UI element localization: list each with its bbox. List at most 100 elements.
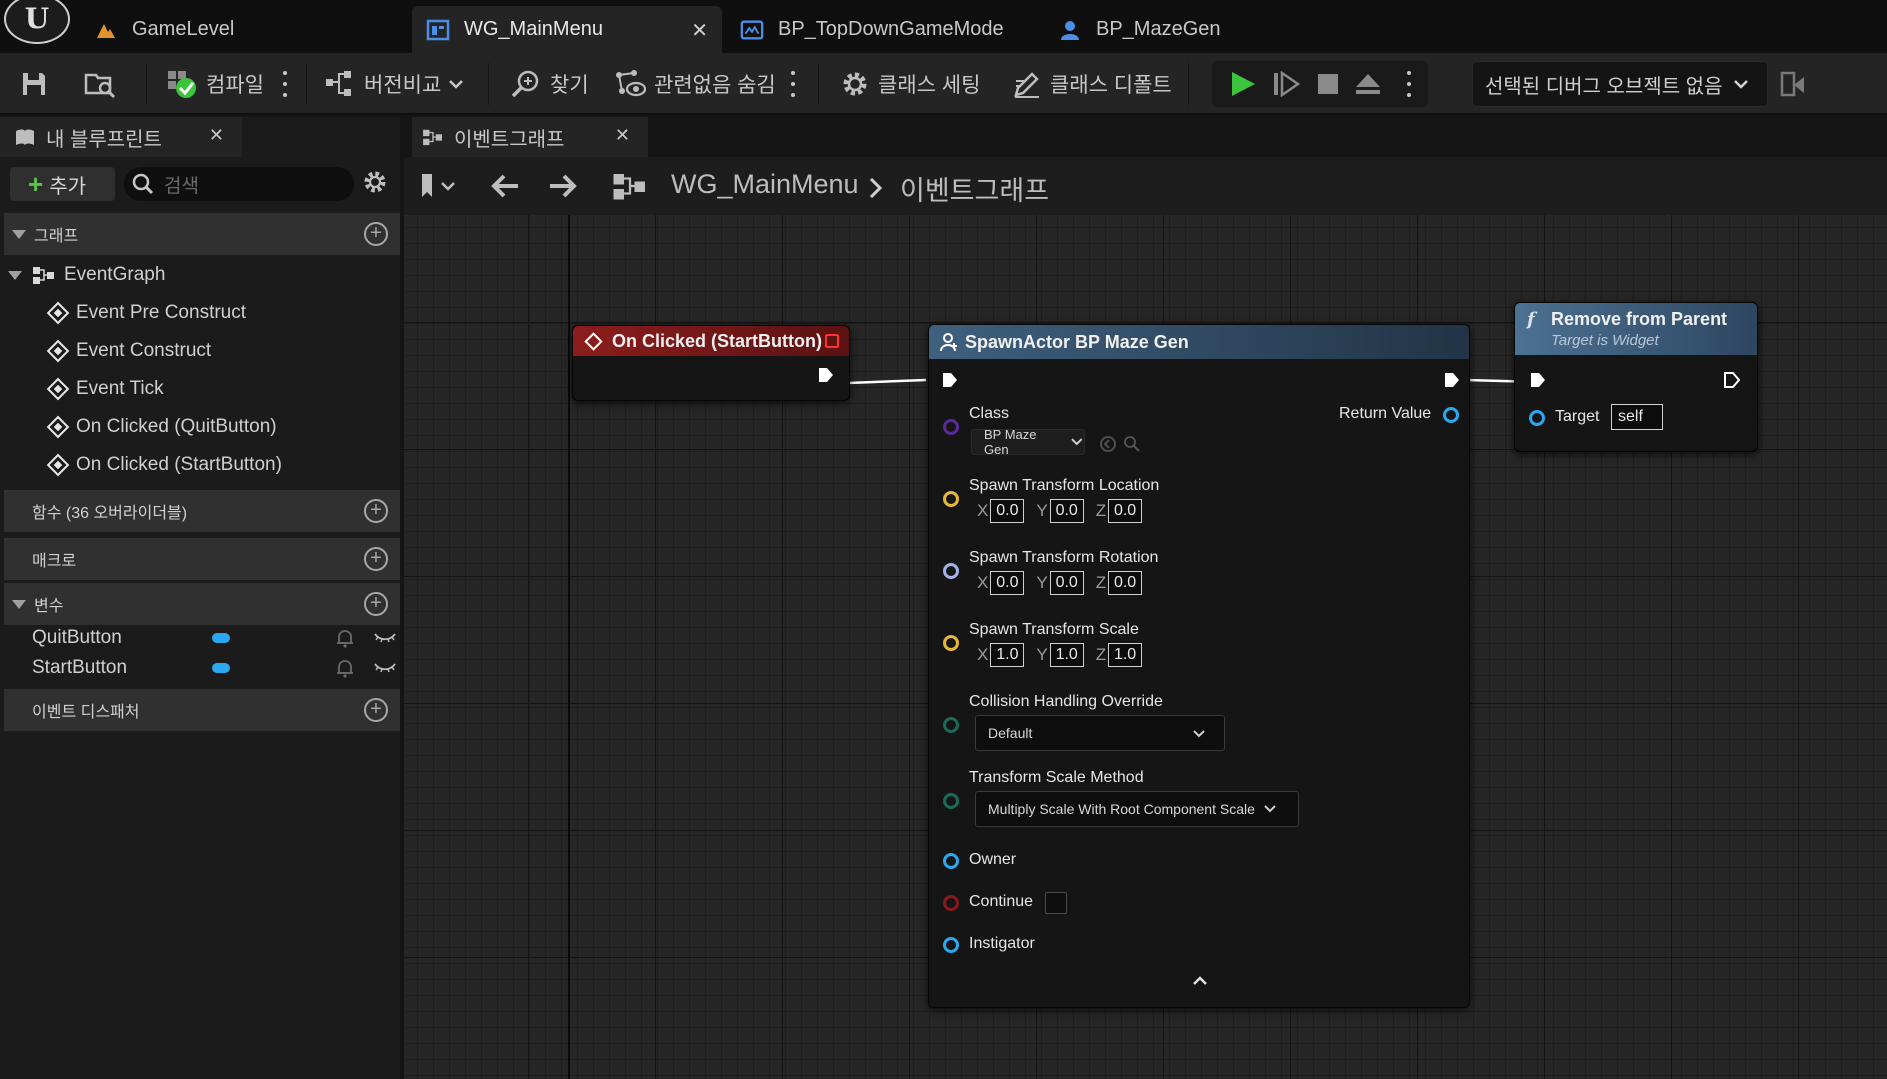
target-input[interactable]: self bbox=[1611, 404, 1663, 430]
event-diamond-icon bbox=[46, 415, 70, 439]
tab-wg-mainmenu[interactable]: WG_MainMenu ✕ bbox=[412, 6, 722, 53]
add-dispatcher-icon[interactable]: + bbox=[364, 698, 388, 722]
graph-canvas[interactable]: On Clicked (StartButton) SpawnActor BP M… bbox=[404, 215, 1887, 1079]
collision-pin[interactable] bbox=[943, 717, 959, 733]
compile-options-menu-icon[interactable] bbox=[282, 71, 288, 97]
scale-method-select[interactable]: Multiply Scale With Root Component Scale bbox=[975, 791, 1299, 827]
scale-y-input[interactable]: 1.0 bbox=[1049, 643, 1084, 667]
breadcrumb-root[interactable]: WG_MainMenu bbox=[671, 169, 859, 200]
rotation-y-input[interactable]: 0.0 bbox=[1049, 571, 1084, 595]
class-settings-button[interactable]: 클래스 세팅 bbox=[840, 53, 980, 115]
owner-pin[interactable] bbox=[943, 853, 959, 869]
variable-row-startbutton[interactable]: StartButton bbox=[4, 653, 400, 683]
location-pin[interactable] bbox=[943, 491, 959, 507]
back-arrow-icon[interactable] bbox=[490, 173, 520, 199]
breadcrumb-chevron-icon bbox=[869, 177, 883, 199]
eject-icon[interactable] bbox=[1354, 71, 1382, 97]
node-spawn-actor[interactable]: SpawnActor BP Maze Gen Class BP Maze Gen… bbox=[928, 324, 1470, 1008]
scale-z-input[interactable]: 1.0 bbox=[1108, 643, 1143, 667]
class-defaults-button[interactable]: 클래스 디폴트 bbox=[1012, 53, 1172, 115]
play-icon[interactable] bbox=[1228, 70, 1258, 98]
exec-out-pin[interactable] bbox=[817, 366, 835, 384]
close-tab-icon[interactable]: ✕ bbox=[691, 18, 708, 43]
tree-item-event[interactable]: On Clicked (QuitButton) bbox=[46, 411, 277, 443]
search-input[interactable]: 검색 bbox=[124, 167, 354, 201]
tab-bp-mazegen[interactable]: BP_MazeGen bbox=[1058, 6, 1318, 53]
tree-item-event[interactable]: On Clicked (StartButton) bbox=[46, 449, 282, 481]
node-header: SpawnActor BP Maze Gen bbox=[929, 325, 1469, 359]
add-graph-icon[interactable]: + bbox=[364, 222, 388, 246]
add-button[interactable]: + 추가 bbox=[10, 167, 115, 201]
hide-unrelated-button[interactable]: 관련없음 숨김 bbox=[614, 53, 776, 115]
browse-button[interactable] bbox=[84, 53, 124, 115]
location-x-input[interactable]: 0.0 bbox=[990, 499, 1025, 523]
exec-out-pin[interactable] bbox=[1443, 371, 1461, 389]
save-button[interactable] bbox=[20, 53, 56, 115]
tab-gamelevel[interactable]: GameLevel bbox=[94, 6, 394, 53]
instigator-pin[interactable] bbox=[943, 937, 959, 953]
forward-arrow-icon[interactable] bbox=[548, 173, 578, 199]
rotation-label: Spawn Transform Rotation bbox=[969, 549, 1159, 566]
play-options-menu-icon[interactable] bbox=[1406, 71, 1412, 97]
replication-bell-icon[interactable] bbox=[336, 658, 354, 678]
step-forward-icon[interactable] bbox=[1272, 71, 1300, 97]
unreal-logo-icon[interactable]: U bbox=[4, 0, 70, 44]
return-value-pin[interactable] bbox=[1443, 407, 1459, 423]
collapse-advanced-chevron-icon[interactable] bbox=[1191, 975, 1209, 987]
node-on-clicked-startbutton[interactable]: On Clicked (StartButton) bbox=[572, 325, 850, 401]
section-variables[interactable]: 변수 + bbox=[4, 583, 400, 625]
target-pin[interactable] bbox=[1529, 410, 1545, 426]
breadcrumb-leaf[interactable]: 이벤트그래프 bbox=[900, 169, 1049, 208]
add-macro-icon[interactable]: + bbox=[364, 547, 388, 571]
debug-filter-icon[interactable] bbox=[1780, 71, 1808, 99]
location-y-input[interactable]: 0.0 bbox=[1049, 499, 1084, 523]
browse-asset-search-icon[interactable] bbox=[1123, 435, 1141, 453]
tree-item-event[interactable]: Event Tick bbox=[46, 373, 164, 405]
delegate-pin-icon[interactable] bbox=[825, 334, 839, 348]
add-function-icon[interactable]: + bbox=[364, 499, 388, 523]
node-remove-from-parent[interactable]: f Remove from Parent Target is Widget Ta… bbox=[1514, 302, 1758, 452]
diff-dropdown[interactable]: 버전비교 bbox=[324, 53, 473, 115]
bookmark-icon[interactable] bbox=[418, 171, 458, 201]
continue-pin[interactable] bbox=[943, 895, 959, 911]
exec-out-pin[interactable] bbox=[1723, 371, 1741, 389]
section-macros[interactable]: 매크로 + bbox=[4, 538, 400, 580]
find-options-menu-icon[interactable] bbox=[790, 71, 796, 97]
section-functions[interactable]: 함수 (36 오버라이더블) + bbox=[4, 490, 400, 532]
tab-bp-topdowngamemode[interactable]: BP_TopDownGameMode bbox=[740, 6, 1040, 53]
my-blueprint-tab[interactable]: 내 블루프린트 ✕ bbox=[0, 117, 242, 157]
section-event-dispatchers[interactable]: 이벤트 디스패처 + bbox=[4, 689, 400, 731]
tree-item-eventgraph[interactable]: EventGraph bbox=[8, 259, 165, 291]
settings-gear-icon[interactable] bbox=[362, 169, 388, 195]
closed-eye-icon[interactable] bbox=[374, 661, 396, 675]
scale-pin[interactable] bbox=[943, 635, 959, 651]
class-pin[interactable] bbox=[943, 419, 959, 435]
rotation-z-input[interactable]: 0.0 bbox=[1108, 571, 1143, 595]
scale-method-pin[interactable] bbox=[943, 793, 959, 809]
close-panel-icon[interactable]: ✕ bbox=[209, 125, 224, 146]
close-tab-icon[interactable]: ✕ bbox=[615, 125, 630, 146]
find-button[interactable]: 찾기 bbox=[510, 53, 589, 115]
stop-icon[interactable] bbox=[1316, 72, 1340, 96]
replication-bell-icon[interactable] bbox=[336, 628, 354, 648]
variable-row-quitbutton[interactable]: QuitButton bbox=[4, 623, 400, 653]
closed-eye-icon[interactable] bbox=[374, 631, 396, 645]
rotation-x-input[interactable]: 0.0 bbox=[990, 571, 1025, 595]
add-variable-icon[interactable]: + bbox=[364, 592, 388, 616]
toolbar-separator bbox=[488, 63, 489, 105]
location-z-input[interactable]: 0.0 bbox=[1108, 499, 1143, 523]
exec-in-pin[interactable] bbox=[1529, 371, 1547, 389]
continue-checkbox[interactable] bbox=[1045, 892, 1067, 914]
class-select[interactable]: BP Maze Gen bbox=[971, 427, 1085, 457]
exec-in-pin[interactable] bbox=[941, 371, 959, 389]
tree-item-event[interactable]: Event Construct bbox=[46, 335, 211, 367]
tree-item-event[interactable]: Event Pre Construct bbox=[46, 297, 246, 329]
debug-object-select[interactable]: 선택된 디버그 오브젝트 없음 bbox=[1472, 61, 1768, 107]
compile-button[interactable]: 컴파일 bbox=[166, 53, 264, 115]
rotation-pin[interactable] bbox=[943, 563, 959, 579]
collision-select[interactable]: Default bbox=[975, 715, 1225, 751]
section-graphs[interactable]: 그래프 + bbox=[4, 213, 400, 255]
scale-x-input[interactable]: 1.0 bbox=[990, 643, 1025, 667]
tab-event-graph[interactable]: 이벤트그래프 ✕ bbox=[412, 117, 648, 157]
use-selected-asset-icon[interactable] bbox=[1099, 435, 1117, 453]
